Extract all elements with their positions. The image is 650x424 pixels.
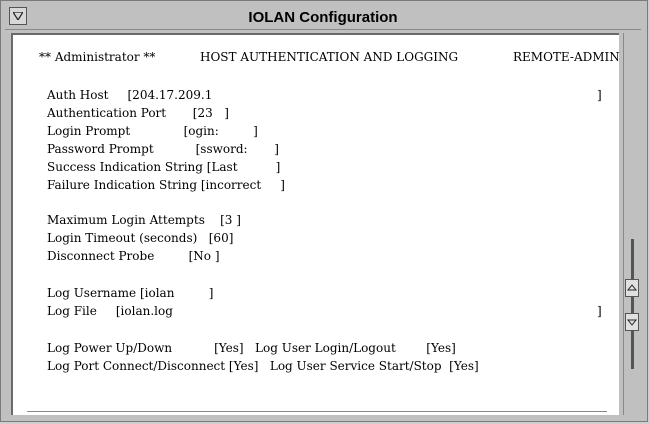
field-login-timeout[interactable]: Login Timeout (seconds) [60] [47, 230, 233, 246]
field-password-prompt[interactable]: Password Prompt [ssword: ] [47, 141, 279, 157]
scrollbar-track-indicator [631, 239, 634, 369]
header-admin: ** Administrator ** [39, 50, 156, 64]
scroll-down-button[interactable] [625, 313, 639, 331]
window-title: IOLAN Configuration [248, 9, 398, 26]
chevron-up-icon [626, 284, 638, 291]
field-log-power[interactable]: Log Power Up/Down [Yes] Log User Login/L… [47, 340, 456, 356]
scroll-up-button[interactable] [625, 279, 639, 297]
field-success-string[interactable]: Success Indication String [Last ] [47, 159, 280, 175]
field-log-file-bracket: ] [597, 304, 602, 318]
field-auth-port[interactable]: Authentication Port [23 ] [47, 105, 229, 121]
field-log-file[interactable]: Log File [iolan.log [47, 303, 173, 319]
vertical-scrollbar[interactable] [623, 33, 641, 415]
field-failure-string[interactable]: Failure Indication String [incorrect ] [47, 177, 285, 193]
chevron-down-icon [626, 319, 638, 326]
field-max-login[interactable]: Maximum Login Attempts [3 ] [47, 212, 241, 228]
field-log-port[interactable]: Log Port Connect/Disconnect [Yes] Log Us… [47, 358, 479, 374]
field-log-username[interactable]: Log Username [iolan ] [47, 285, 213, 301]
terminal-window: IOLAN Configuration ** Administrator ** … [0, 0, 648, 422]
field-auth-host-bracket: ] [597, 88, 602, 102]
bottom-divider [27, 411, 607, 412]
field-auth-host[interactable]: Auth Host [204.17.209.1 [47, 87, 212, 103]
header-section-title: HOST AUTHENTICATION AND LOGGING [200, 50, 459, 64]
terminal-screen[interactable]: ** Administrator ** HOST AUTHENTICATION … [11, 33, 620, 415]
title-bar[interactable]: IOLAN Configuration [5, 5, 641, 30]
field-disconnect-probe[interactable]: Disconnect Probe [No ] [47, 248, 220, 264]
header-remote-admin: REMOTE-ADMIN [513, 50, 620, 64]
field-login-prompt[interactable]: Login Prompt [ogin: ] [47, 123, 258, 139]
